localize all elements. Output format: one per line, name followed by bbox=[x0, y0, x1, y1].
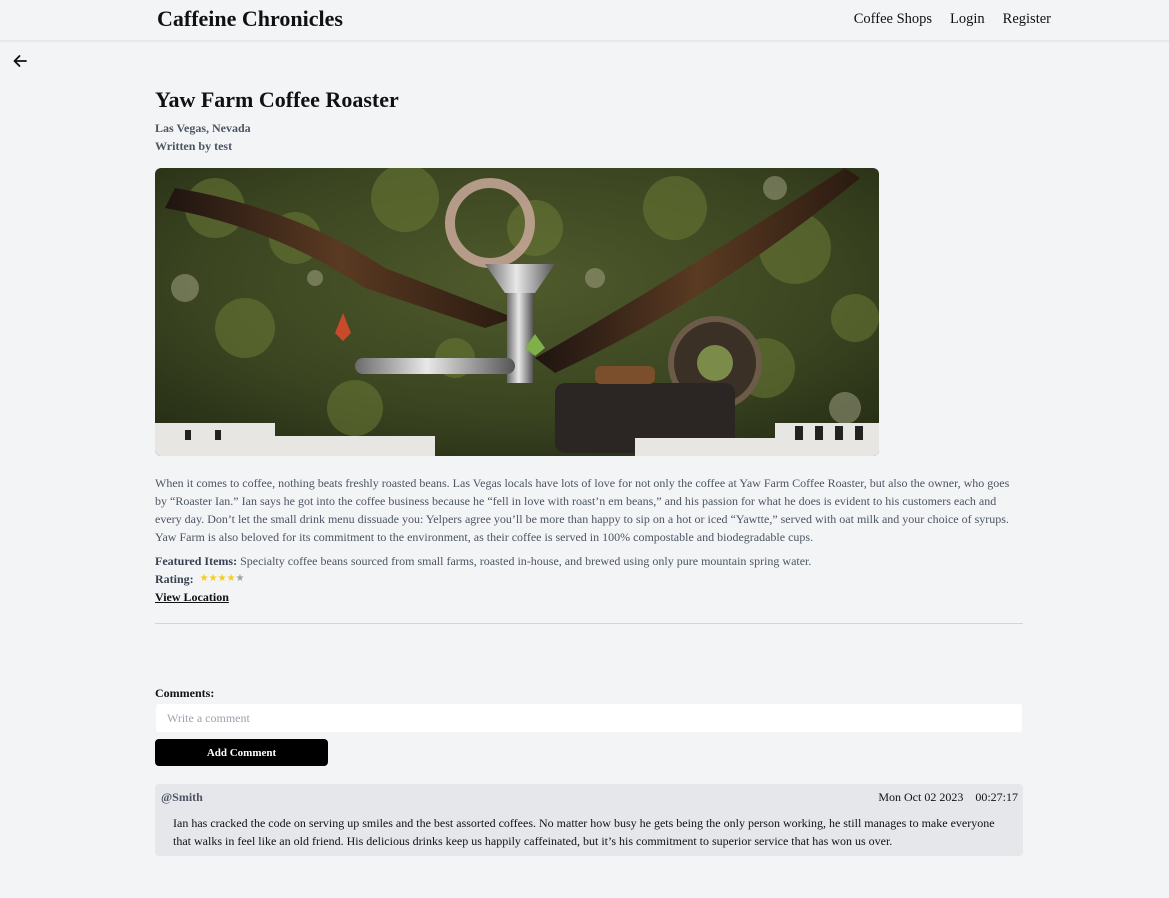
nav-links: Coffee Shops Login Register bbox=[854, 11, 1051, 28]
rating-label: Rating: bbox=[155, 572, 194, 586]
comment-username: @Smith bbox=[161, 790, 203, 804]
comment-input[interactable] bbox=[155, 703, 1023, 733]
comments-label: Comments: bbox=[155, 686, 215, 700]
star-filled-icon: ★ bbox=[226, 573, 236, 584]
comment-time: 00:27:17 bbox=[975, 790, 1018, 804]
top-navbar: Caffeine Chronicles Coffee Shops Login R… bbox=[0, 0, 1169, 41]
page-title: Yaw Farm Coffee Roaster bbox=[155, 87, 399, 112]
post-location: Las Vegas, Nevada bbox=[155, 121, 251, 135]
brand-logo-link[interactable]: Caffeine Chronicles bbox=[157, 6, 343, 32]
divider bbox=[155, 623, 1023, 624]
featured-items-label: Featured Items: bbox=[155, 554, 238, 568]
featured-items-text: Specialty coffee beans sourced from smal… bbox=[237, 554, 812, 568]
featured-items: Featured Items: Specialty coffee beans s… bbox=[155, 552, 811, 570]
star-filled-icon: ★ bbox=[208, 573, 218, 584]
coffee-shop-photo bbox=[155, 168, 879, 456]
star-filled-icon: ★ bbox=[199, 573, 209, 584]
comment-timestamp: Mon Oct 02 2023 00:27:17 bbox=[878, 790, 1018, 805]
comment-text: Ian has cracked the code on serving up s… bbox=[173, 816, 995, 848]
add-comment-button[interactable]: Add Comment bbox=[155, 739, 328, 766]
view-location-link[interactable]: View Location bbox=[155, 588, 229, 606]
back-button[interactable] bbox=[10, 51, 30, 71]
post-description: When it comes to coffee, nothing beats f… bbox=[155, 476, 1010, 544]
post-author: Written by test bbox=[155, 139, 233, 153]
star-empty-icon: ★ bbox=[235, 573, 245, 584]
post-content: Yaw Farm Coffee Roaster Las Vegas, Nevad… bbox=[155, 86, 1023, 856]
arrow-left-icon bbox=[13, 55, 27, 67]
nav-link-register[interactable]: Register bbox=[1003, 11, 1051, 28]
rating-row: Rating: ★★★★★ bbox=[155, 570, 245, 588]
star-rating: ★★★★★ bbox=[200, 570, 245, 588]
nav-link-login[interactable]: Login bbox=[950, 11, 985, 28]
comment-card: @Smith Mon Oct 02 2023 00:27:17 Ian has … bbox=[155, 784, 1023, 856]
star-filled-icon: ★ bbox=[217, 573, 227, 584]
comment-date: Mon Oct 02 2023 bbox=[878, 790, 964, 804]
nav-link-coffee-shops[interactable]: Coffee Shops bbox=[854, 11, 932, 28]
